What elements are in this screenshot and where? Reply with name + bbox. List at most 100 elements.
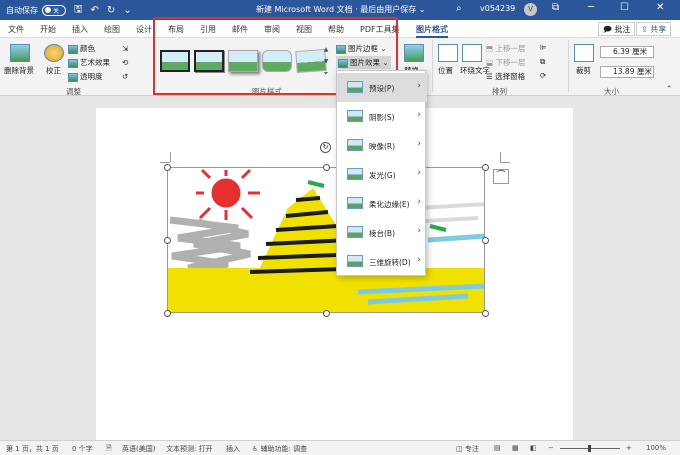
comments-button[interactable]: 🗩 批注 xyxy=(598,22,636,36)
page-count[interactable]: 第 1 页，共 1 页 xyxy=(6,444,59,454)
accessibility[interactable]: ♿ 辅助功能: 调查 xyxy=(252,444,307,454)
remove-background-icon[interactable] xyxy=(10,44,30,62)
share-button[interactable]: ⇪ 共享 xyxy=(636,22,672,36)
tab-insert[interactable]: 插入 xyxy=(72,24,88,35)
height-input[interactable]: 6.39 厘米 xyxy=(600,46,654,58)
picture-style-4[interactable] xyxy=(262,50,292,72)
avatar[interactable]: V xyxy=(524,3,537,16)
tab-references[interactable]: 引用 xyxy=(200,24,216,35)
alt-text-icon[interactable] xyxy=(404,44,424,62)
collapse-ribbon-icon[interactable]: ⌃ xyxy=(666,84,672,93)
print-layout-icon[interactable]: ▦ xyxy=(512,444,519,452)
web-layout-icon[interactable]: ◧ xyxy=(530,444,537,452)
language[interactable]: 英语(美国) xyxy=(122,444,155,454)
wrap-text-icon[interactable] xyxy=(462,44,482,62)
artistic-effects-button[interactable]: 艺术效果 xyxy=(68,57,110,68)
search-icon[interactable]: ⌕ xyxy=(456,3,462,14)
gallery-more-icon[interactable]: ⏷ xyxy=(322,68,330,80)
menu-item-glow[interactable]: 发光(G) › xyxy=(337,160,427,189)
corrections-label[interactable]: 校正 xyxy=(46,65,61,76)
zoom-slider-thumb[interactable] xyxy=(588,445,591,452)
layout-options-icon[interactable]: ⌒ xyxy=(493,169,509,184)
customize-toolbar-icon[interactable]: ⌄ xyxy=(123,5,131,16)
color-button[interactable]: 颜色 xyxy=(68,43,95,54)
rotate-handle-icon[interactable]: ↻ xyxy=(320,142,331,153)
proofing-icon[interactable]: 🗎 xyxy=(106,444,112,455)
menu-item-reflection[interactable]: 映像(R) › xyxy=(337,131,427,160)
tab-pdf-tools[interactable]: PDF工具集 xyxy=(360,24,400,35)
tab-draw[interactable]: 绘图 xyxy=(104,24,120,35)
position-label[interactable]: 位置 xyxy=(438,65,453,76)
tab-file[interactable]: 文件 xyxy=(8,24,24,35)
picture-effects-button[interactable]: 图片效果 ⌄ xyxy=(336,56,391,69)
save-icon[interactable]: 🖫 xyxy=(74,2,83,19)
menu-item-shadow[interactable]: 阴影(S) › xyxy=(337,102,427,131)
bring-forward-button[interactable]: ⬒ 上移一层 xyxy=(486,43,525,54)
crop-label[interactable]: 裁剪 xyxy=(576,65,591,76)
insert-mode[interactable]: 插入 xyxy=(226,444,240,454)
remove-background-label[interactable]: 删除背景 xyxy=(4,65,34,76)
menu-item-label: 柔化边缘(E) xyxy=(369,200,410,209)
autosave-toggle[interactable]: 关 xyxy=(42,4,66,16)
read-mode-icon[interactable]: ▤ xyxy=(494,444,501,452)
corrections-icon[interactable] xyxy=(44,44,64,62)
reset-picture-icon[interactable]: ↺ xyxy=(122,72,128,81)
menu-item-3d-rotation[interactable]: 三维旋转(D) › xyxy=(337,247,427,276)
resize-handle-bottom-left[interactable] xyxy=(164,310,171,317)
resize-handle-top[interactable] xyxy=(323,164,330,171)
resize-handle-top-left[interactable] xyxy=(164,164,171,171)
resize-handle-top-right[interactable] xyxy=(482,164,489,171)
maximize-icon[interactable]: ☐ xyxy=(620,2,629,13)
close-icon[interactable]: ✕ xyxy=(656,2,664,13)
inserted-picture[interactable] xyxy=(167,167,485,313)
resize-handle-bottom[interactable] xyxy=(323,310,330,317)
tab-mailings[interactable]: 邮件 xyxy=(232,24,248,35)
resize-handle-right[interactable] xyxy=(482,237,489,244)
width-input[interactable]: 13.89 厘米 xyxy=(600,66,654,78)
transparency-button[interactable]: 透明度 xyxy=(68,71,103,82)
preset-icon xyxy=(347,81,363,93)
picture-style-2[interactable] xyxy=(194,50,224,72)
tab-picture-format[interactable]: 图片格式 xyxy=(416,24,448,38)
menu-item-bevel[interactable]: 棱台(B) › xyxy=(337,218,427,247)
tab-view[interactable]: 视图 xyxy=(296,24,312,35)
gallery-scroll[interactable]: ▲ ▼ ⏷ xyxy=(322,44,330,80)
redo-icon[interactable]: ↻ xyxy=(107,5,115,16)
resize-handle-bottom-right[interactable] xyxy=(482,310,489,317)
crop-icon[interactable] xyxy=(574,44,594,62)
zoom-slider[interactable] xyxy=(560,445,620,452)
tab-design[interactable]: 设计 xyxy=(136,24,152,35)
text-prediction[interactable]: 文本预测: 打开 xyxy=(166,444,213,454)
picture-style-1[interactable] xyxy=(160,50,190,72)
zoom-level[interactable]: 100% xyxy=(646,444,666,452)
change-picture-icon[interactable]: ⟲ xyxy=(122,58,128,67)
undo-icon[interactable]: ↶ xyxy=(91,5,99,16)
tab-home[interactable]: 开始 xyxy=(40,24,56,35)
minimize-icon[interactable]: ─ xyxy=(588,2,594,13)
rotate-icon[interactable]: ⟳ xyxy=(540,71,546,80)
tab-help[interactable]: 帮助 xyxy=(328,24,344,35)
selection-pane-button[interactable]: ☰ 选择窗格 xyxy=(486,71,525,82)
menu-item-soft-edges[interactable]: 柔化边缘(E) › xyxy=(337,189,427,218)
group-icon[interactable]: ⧉ xyxy=(540,57,545,67)
document-title[interactable]: 新建 Microsoft Word 文档 · 最后由用户保存 ⌄ xyxy=(256,4,425,15)
align-icon[interactable]: ⊫ xyxy=(540,43,547,52)
tab-review[interactable]: 审阅 xyxy=(264,24,280,35)
menu-item-preset[interactable]: 预设(P) › xyxy=(337,73,427,102)
zoom-out-icon[interactable]: − xyxy=(548,444,554,452)
user-name[interactable]: v054239 xyxy=(480,4,515,13)
zoom-in-icon[interactable]: + xyxy=(626,444,632,452)
gallery-down-icon[interactable]: ▼ xyxy=(322,56,330,68)
picture-style-3[interactable] xyxy=(228,50,258,72)
gallery-up-icon[interactable]: ▲ xyxy=(322,44,330,56)
word-count[interactable]: 0 个字 xyxy=(72,444,93,454)
send-backward-button[interactable]: ⬓ 下移一层 xyxy=(486,57,525,68)
position-icon[interactable] xyxy=(438,44,458,62)
tab-layout[interactable]: 布局 xyxy=(168,24,184,35)
focus-icon: ◫ xyxy=(456,445,465,453)
resize-handle-left[interactable] xyxy=(164,237,171,244)
focus-mode[interactable]: ◫ 专注 xyxy=(456,444,479,454)
compress-icon[interactable]: ⇲ xyxy=(122,44,128,53)
ribbon-display-icon[interactable]: ⧉ xyxy=(552,2,559,13)
picture-border-button[interactable]: 图片边框 ⌄ xyxy=(336,43,387,54)
